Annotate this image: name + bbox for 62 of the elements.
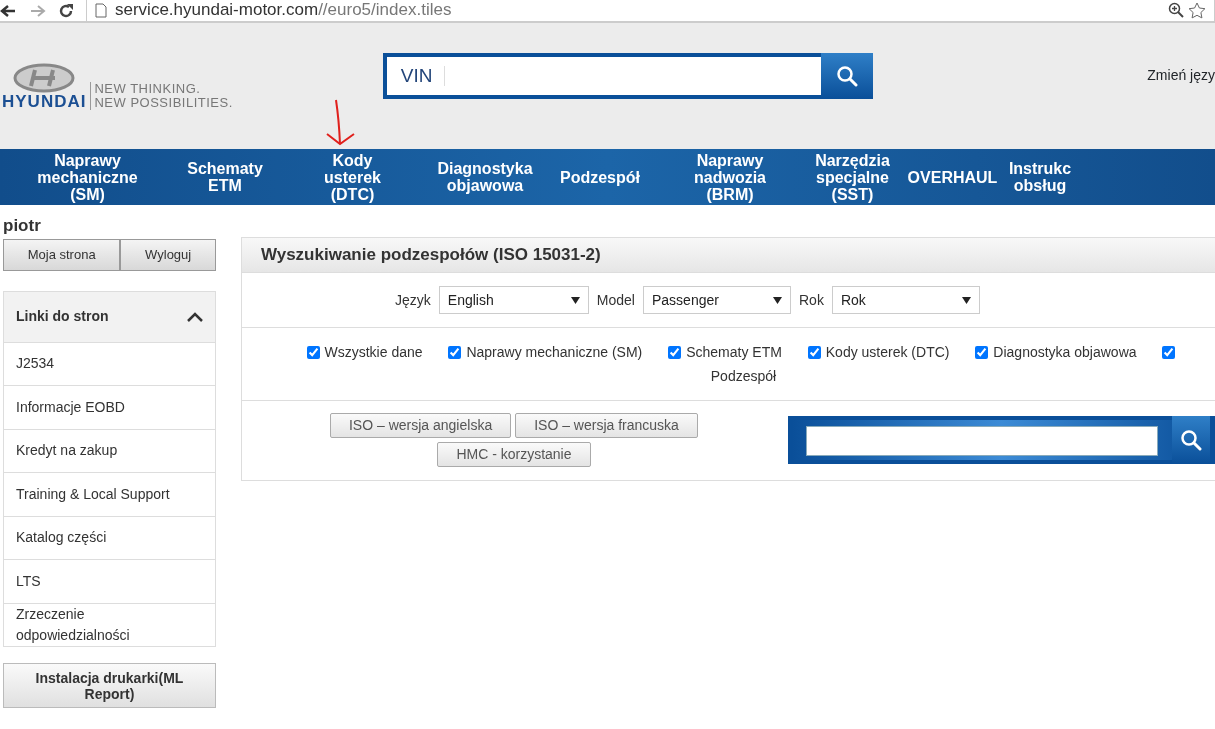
dropdown-field[interactable]: Passenger xyxy=(643,286,791,314)
search-field[interactable] xyxy=(788,416,1215,464)
sidebar-link[interactable]: Kredyt na zakup xyxy=(3,429,216,473)
nav-link[interactable]: Podzespół xyxy=(540,149,660,205)
brand-logo-text: HYUNDAI xyxy=(2,93,87,110)
panel-title: Wyszukiwanie podzespołów (ISO 15031-2) xyxy=(241,238,1215,273)
vin-search-button[interactable] xyxy=(820,53,873,99)
slogan-text: NEW THINKING. NEW POSSIBILITIES. xyxy=(90,82,233,110)
sidebar-button[interactable]: Moja strona xyxy=(3,238,121,271)
checkbox-label: Wszystkie dane xyxy=(324,344,423,360)
language-link[interactable]: Zmień języ xyxy=(1147,65,1215,86)
iso-button[interactable]: ISO – wersja angielska xyxy=(330,413,512,438)
back-icon[interactable] xyxy=(0,3,16,18)
checkbox[interactable] xyxy=(448,346,462,359)
nav-link[interactable]: Schematy ETM xyxy=(175,149,275,205)
nav-link[interactable]: Narzędzia specjalne (SST) xyxy=(800,149,905,205)
links-header[interactable]: Linki do stron xyxy=(3,290,216,343)
sidebar-link[interactable]: J2534 xyxy=(3,342,216,386)
user-name: piotr xyxy=(3,215,42,237)
dropdown-field[interactable]: English xyxy=(438,286,589,314)
checkbox[interactable] xyxy=(306,346,320,359)
sidebar-link[interactable]: Zrzeczenie odpowiedzialności xyxy=(3,603,216,647)
checkbox-label: Kody usterek (DTC) xyxy=(825,344,950,360)
checkbox-label: Schematy ETM xyxy=(686,344,782,360)
checkbox-label: Naprawy mechaniczne (SM) xyxy=(466,344,643,360)
filter-label: Rok xyxy=(799,290,824,310)
checkbox-label: Diagnostyka objawowa xyxy=(993,344,1137,360)
nav-link[interactable]: Instrukc obsług xyxy=(1000,149,1080,205)
checkbox[interactable] xyxy=(975,346,989,359)
star-icon[interactable] xyxy=(1188,1,1206,19)
sidebar-link[interactable]: Training & Local Support xyxy=(3,473,216,517)
forward-icon[interactable] xyxy=(30,3,46,18)
chevron-up-icon[interactable] xyxy=(186,311,203,322)
caret-down-icon xyxy=(961,296,971,304)
iso-button[interactable]: ISO – wersja francuska xyxy=(515,413,698,438)
zoom-icon[interactable] xyxy=(1168,2,1184,18)
nav-link[interactable]: Kody usterek (DTC) xyxy=(275,149,430,205)
sidebar-button[interactable]: Wyloguj xyxy=(120,238,216,271)
nav-link[interactable]: Naprawy nadwozia (BRM) xyxy=(660,149,800,205)
dropdown-field[interactable]: Rok xyxy=(831,286,980,314)
checkbox[interactable] xyxy=(1162,346,1176,359)
caret-down-icon xyxy=(570,296,580,304)
printer-install-button[interactable]: Instalacja drukarki(ML Report) xyxy=(3,663,216,708)
sidebar-link[interactable]: Informacje EOBD xyxy=(3,386,216,430)
filter-label: Język xyxy=(395,290,431,310)
sidebar-link[interactable]: LTS xyxy=(3,560,216,604)
caret-down-icon xyxy=(773,296,782,304)
reload-icon[interactable] xyxy=(58,2,74,19)
filter-label: Model xyxy=(596,290,635,310)
checkbox-label: Podzespół xyxy=(710,368,777,384)
logo-emblem-icon xyxy=(13,63,76,93)
iso-button[interactable]: HMC - korzystanie xyxy=(437,442,591,467)
sidebar-link[interactable]: Katalog części xyxy=(3,516,216,560)
nav-link[interactable]: OVERHAUL xyxy=(905,149,1000,205)
search-icon xyxy=(1180,429,1202,451)
checkbox[interactable] xyxy=(807,346,821,359)
nav-link[interactable]: Naprawy mechaniczne (SM) xyxy=(0,149,175,205)
search-icon xyxy=(835,65,858,87)
nav-link[interactable]: Diagnostyka objawowa xyxy=(430,149,540,205)
search-button[interactable] xyxy=(1172,416,1210,464)
vin-search-field[interactable]: VIN xyxy=(382,53,873,99)
checkbox[interactable] xyxy=(668,346,682,359)
